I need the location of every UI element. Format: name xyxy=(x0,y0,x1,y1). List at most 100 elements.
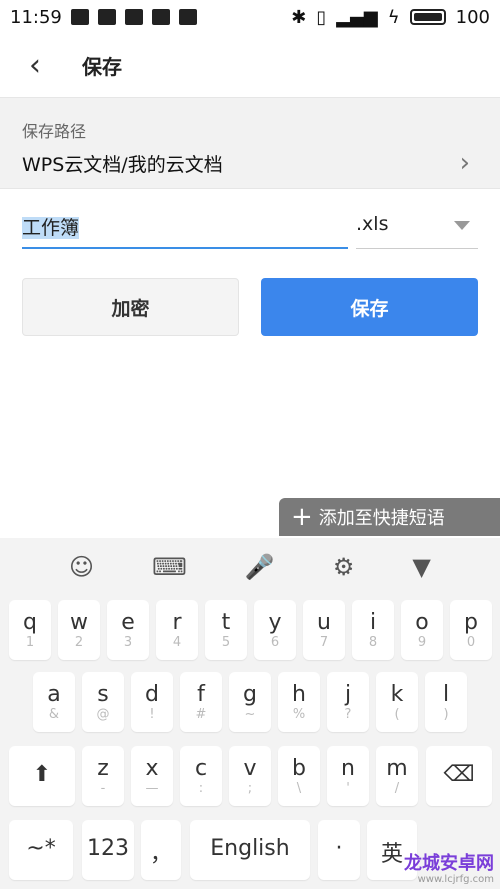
key-secondary-label: ; xyxy=(247,781,253,796)
key-z[interactable]: z- xyxy=(82,746,124,806)
save-button[interactable]: 保存 xyxy=(261,278,478,336)
key-s[interactable]: s @ xyxy=(82,672,124,732)
keyboard: ☺ ⌨ 🎤 ⚙ ▼ q 1 w 2 e 3 r 4 t 5 y 6 u 7 i 8 o 9 p 0 a & s @ d! f # g ~… xyxy=(0,538,500,889)
key-p[interactable]: p0 xyxy=(450,600,492,660)
encrypt-button[interactable]: 加密 xyxy=(22,278,239,336)
key-label: d xyxy=(145,682,159,707)
key-secondary-label: & xyxy=(48,707,60,722)
key-label: c xyxy=(194,756,208,781)
key-label: g xyxy=(243,682,257,707)
extension-select[interactable]: .xls xyxy=(356,203,478,249)
key-v[interactable]: v; xyxy=(229,746,271,806)
space-key[interactable]: English xyxy=(190,820,310,880)
key-o[interactable]: o9 xyxy=(401,600,443,660)
keyboard-toolbar: ☺ ⌨ 🎤 ⚙ ▼ xyxy=(0,538,500,596)
taobao-icon xyxy=(151,9,170,25)
key-secondary-label: / xyxy=(394,781,400,796)
key-b[interactable]: b \ xyxy=(278,746,320,806)
key-label: · xyxy=(335,836,343,861)
back-icon[interactable]: ‹ xyxy=(0,48,70,83)
collapse-keyboard-icon[interactable]: ▼ xyxy=(412,553,430,581)
key-secondary-label: ~ xyxy=(244,707,256,722)
shift-key[interactable]: ⬆ xyxy=(9,746,75,806)
key-f[interactable]: f # xyxy=(180,672,222,732)
key-g[interactable]: g ~ xyxy=(229,672,271,732)
key-label: q xyxy=(23,610,37,635)
key-c[interactable]: c: xyxy=(180,746,222,806)
key-secondary-label: : xyxy=(198,781,204,796)
key-secondary-label: # xyxy=(195,707,207,722)
key-label: r xyxy=(172,610,182,635)
key-label: x xyxy=(145,756,159,781)
microphone-icon[interactable]: 🎤 xyxy=(245,553,275,581)
key-label: e xyxy=(121,610,135,635)
key-label: h xyxy=(292,682,306,707)
key-label: b xyxy=(292,756,306,781)
key-i[interactable]: i8 xyxy=(352,600,394,660)
key-secondary-label: 1 xyxy=(25,635,35,650)
key-secondary-label: 4 xyxy=(172,635,182,650)
key-w[interactable]: w2 xyxy=(58,600,100,660)
watermark-logo: 龙城安卓网 www.lcjrfg.com xyxy=(404,853,494,885)
key-n[interactable]: n ' xyxy=(327,746,369,806)
settings-icon[interactable]: ⚙ xyxy=(333,553,355,581)
key-k[interactable]: k( xyxy=(376,672,418,732)
key-h[interactable]: h% xyxy=(278,672,320,732)
keyboard-icon[interactable]: ⌨ xyxy=(152,553,187,581)
key-label: a xyxy=(47,682,61,707)
key-d[interactable]: d! xyxy=(131,672,173,732)
save-path-value: WPS云文档/我的云文档 xyxy=(22,154,223,176)
key-j[interactable]: j? xyxy=(327,672,369,732)
key-label: v xyxy=(243,756,257,781)
delete-key[interactable]: ⌫ xyxy=(426,746,492,806)
key-t[interactable]: t5 xyxy=(205,600,247,660)
period-key[interactable]: · xyxy=(318,820,360,880)
alipay-icon xyxy=(124,9,143,25)
symbols-key[interactable]: ~* xyxy=(9,820,73,880)
key-label: ⬆ xyxy=(32,762,52,787)
add-quick-phrase-label: 添加至快捷短语 xyxy=(318,508,445,529)
key-r[interactable]: r4 xyxy=(156,600,198,660)
key-label: w xyxy=(70,610,88,635)
key-label: 123 xyxy=(87,836,129,861)
filename-input[interactable]: 工作簿 xyxy=(22,203,348,249)
key-label: f xyxy=(197,682,205,707)
key-x[interactable]: x — xyxy=(131,746,173,806)
header: ‹ 保存 xyxy=(0,34,500,96)
notification-icon xyxy=(70,9,89,25)
key-label: z xyxy=(97,756,109,781)
key-u[interactable]: u7 xyxy=(303,600,345,660)
save-path-selector[interactable]: 保存路径 WPS云文档/我的云文档 › xyxy=(0,97,500,189)
key-label: n xyxy=(341,756,355,781)
key-secondary-label: 0 xyxy=(466,635,476,650)
emoji-icon[interactable]: ☺ xyxy=(69,553,94,581)
dropdown-arrow-icon xyxy=(454,221,470,230)
key-secondary-label: — xyxy=(145,781,159,796)
key-secondary-label: ( xyxy=(394,707,400,722)
key-secondary-label: ! xyxy=(149,707,155,722)
key-l[interactable]: l) xyxy=(425,672,467,732)
key-label: i xyxy=(369,610,377,635)
key-secondary-label: @ xyxy=(96,707,110,722)
key-m[interactable]: m / xyxy=(376,746,418,806)
key-label: y xyxy=(268,610,282,635)
wps-icon xyxy=(97,9,116,25)
key-e[interactable]: e3 xyxy=(107,600,149,660)
key-label: j xyxy=(344,682,352,707)
key-secondary-label: 2 xyxy=(74,635,84,650)
status-bar: 11:59 ✱ ▯ ▂▄▆ ϟ 100 xyxy=(0,0,500,34)
battery-icon xyxy=(409,9,446,25)
comma-key[interactable]: ， xyxy=(141,820,181,880)
key-y[interactable]: y6 xyxy=(254,600,296,660)
add-quick-phrase-button[interactable]: + 添加至快捷短语 xyxy=(279,498,500,536)
save-path-label: 保存路径 xyxy=(22,122,87,141)
key-q[interactable]: q1 xyxy=(9,600,51,660)
key-secondary-label: % xyxy=(292,707,306,722)
numbers-key[interactable]: 123 xyxy=(82,820,134,880)
key-a[interactable]: a & xyxy=(33,672,75,732)
key-label: p xyxy=(464,610,478,635)
key-label: o xyxy=(415,610,429,635)
status-time: 11:59 xyxy=(10,6,62,28)
key-label: ， xyxy=(149,842,172,867)
key-label: ~* xyxy=(26,836,56,861)
